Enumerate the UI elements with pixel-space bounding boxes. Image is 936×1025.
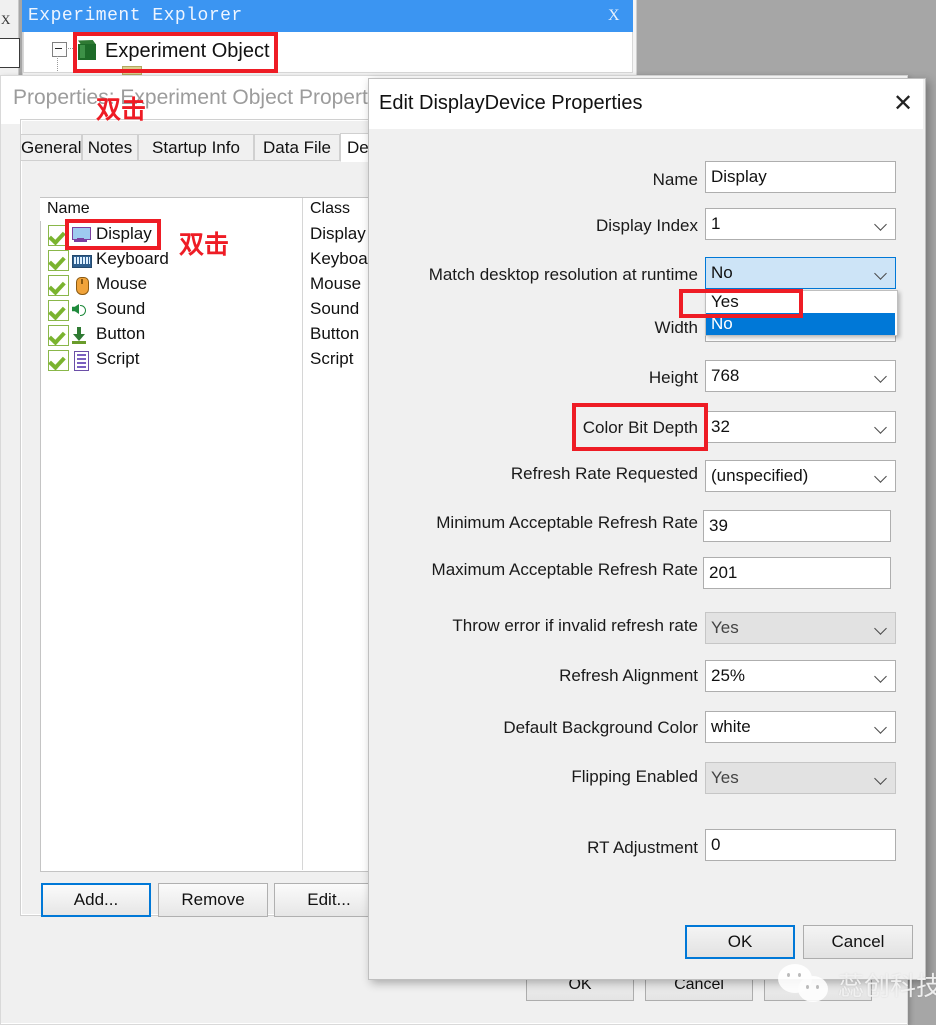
label-rt-adjustment: RT Adjustment — [587, 838, 698, 857]
display-index-combo[interactable]: 1 — [705, 208, 896, 240]
annotation-double-click-list: 双击 — [179, 230, 230, 259]
label-refresh-rate-requested: Refresh Rate Requested — [510, 464, 698, 483]
table-row[interactable]: Script — [48, 348, 298, 373]
table-row[interactable]: Keyboard — [48, 248, 298, 273]
tree-child-node-icon — [122, 66, 142, 75]
label-color-bit-depth: Color Bit Depth — [582, 418, 698, 437]
device-name: Keyboard — [96, 249, 169, 268]
device-class: Script — [310, 349, 354, 368]
label-default-background-color: Default Background Color — [503, 718, 698, 737]
tree-collapse-icon[interactable] — [52, 42, 67, 57]
remove-button[interactable]: Remove — [158, 883, 268, 917]
experiment-explorer-title: Experiment Explorer — [28, 6, 243, 26]
column-header-class: Class — [310, 200, 351, 217]
chevron-down-icon — [876, 773, 887, 784]
device-name: Mouse — [96, 274, 148, 293]
keyboard-icon — [71, 251, 92, 269]
label-display-index: Display Index — [595, 216, 698, 235]
tree-guideline — [57, 56, 58, 72]
tab-general[interactable]: General — [20, 134, 82, 161]
script-icon — [71, 351, 91, 371]
chevron-down-icon — [876, 671, 887, 682]
label-throw-error-invalid-refresh-rate: Throw error if invalid refresh rate — [452, 616, 698, 635]
match-desktop-resolution-dropdown[interactable]: Yes No — [705, 290, 898, 336]
rt-adjustment-input[interactable]: 0 — [705, 829, 896, 861]
device-class: Sound — [310, 299, 360, 318]
chevron-down-icon — [876, 422, 887, 433]
label-width: Width — [654, 318, 698, 337]
table-row[interactable]: Button — [48, 323, 298, 348]
column-header-name: Name — [47, 200, 90, 217]
height-combo[interactable]: 768 — [705, 360, 896, 392]
label-match-desktop-resolution: Match desktop resolution at runtime — [428, 265, 698, 284]
chevron-down-icon — [876, 371, 887, 382]
tab-startup-info[interactable]: Startup Info — [138, 134, 254, 161]
sound-icon — [71, 301, 91, 319]
chevron-down-icon — [876, 623, 887, 634]
minimum-acceptable-refresh-rate-input[interactable]: 39 — [703, 510, 891, 542]
device-name: Button — [96, 324, 146, 343]
tab-notes[interactable]: Notes — [82, 134, 138, 161]
row-checkbox[interactable] — [48, 250, 69, 271]
dropdown-option-no[interactable]: No — [706, 313, 895, 335]
dialog-ok-button[interactable]: OK — [685, 925, 795, 959]
device-class: Display — [310, 224, 366, 243]
background-panel-box — [0, 38, 20, 68]
color-bit-depth-combo[interactable]: 32 — [705, 411, 896, 443]
close-icon[interactable]: ✕ — [893, 91, 913, 115]
refresh-alignment-combo[interactable]: 25% — [705, 660, 896, 692]
device-name: Display — [96, 224, 152, 243]
name-input[interactable]: Display — [705, 161, 896, 193]
label-maximum-acceptable-refresh-rate: Maximum Acceptable Refresh Rate — [431, 560, 698, 579]
button-icon — [71, 326, 91, 344]
table-row[interactable]: Sound — [48, 298, 298, 323]
label-refresh-alignment: Refresh Alignment — [559, 666, 698, 685]
row-checkbox[interactable] — [48, 300, 69, 321]
chevron-down-icon — [876, 722, 887, 733]
chevron-down-icon — [876, 268, 887, 279]
chevron-down-icon — [876, 219, 887, 230]
device-name: Script — [96, 349, 140, 368]
annotation-double-click-top: 双击 — [96, 95, 147, 124]
refresh-rate-requested-combo[interactable]: (unspecified) — [705, 460, 896, 492]
label-minimum-acceptable-refresh-rate: Minimum Acceptable Refresh Rate — [436, 513, 698, 532]
label-height: Height — [648, 368, 698, 387]
dropdown-option-yes[interactable]: Yes — [706, 291, 895, 313]
match-desktop-resolution-combo[interactable]: No — [705, 257, 896, 289]
label-flipping-enabled: Flipping Enabled — [571, 767, 698, 786]
row-checkbox[interactable] — [48, 275, 69, 296]
flipping-enabled-combo[interactable]: Yes — [705, 762, 896, 794]
watermark-text: 蕊创科技 — [838, 972, 936, 1002]
row-checkbox[interactable] — [48, 325, 69, 346]
background-close-icon: X — [1, 12, 11, 27]
mouse-icon — [71, 276, 91, 295]
device-name: Sound — [96, 299, 146, 318]
label-name: Name — [652, 170, 698, 189]
wechat-icon-secondary — [798, 976, 828, 1002]
device-class: Mouse — [310, 274, 362, 293]
tree-item-experiment-object[interactable]: Experiment Object — [105, 40, 270, 63]
add-button[interactable]: Add... — [41, 883, 151, 917]
experiment-object-cube-icon — [76, 40, 98, 62]
maximum-acceptable-refresh-rate-input[interactable]: 201 — [703, 557, 891, 589]
chevron-down-icon — [876, 471, 887, 482]
row-checkbox[interactable] — [48, 350, 69, 371]
throw-error-combo[interactable]: Yes — [705, 612, 896, 644]
tab-data-file[interactable]: Data File — [254, 134, 340, 161]
table-row[interactable]: Display — [48, 223, 298, 248]
row-checkbox[interactable] — [48, 225, 69, 246]
table-row[interactable]: Mouse — [48, 273, 298, 298]
display-icon — [71, 226, 91, 244]
default-background-color-combo[interactable]: white — [705, 711, 896, 743]
device-class: Button — [310, 324, 360, 343]
dialog-cancel-button[interactable]: Cancel — [803, 925, 913, 959]
experiment-explorer-close-icon[interactable]: X — [608, 7, 620, 25]
grid-column-separator — [302, 198, 303, 870]
dialog-title: Edit DisplayDevice Properties — [379, 92, 643, 114]
